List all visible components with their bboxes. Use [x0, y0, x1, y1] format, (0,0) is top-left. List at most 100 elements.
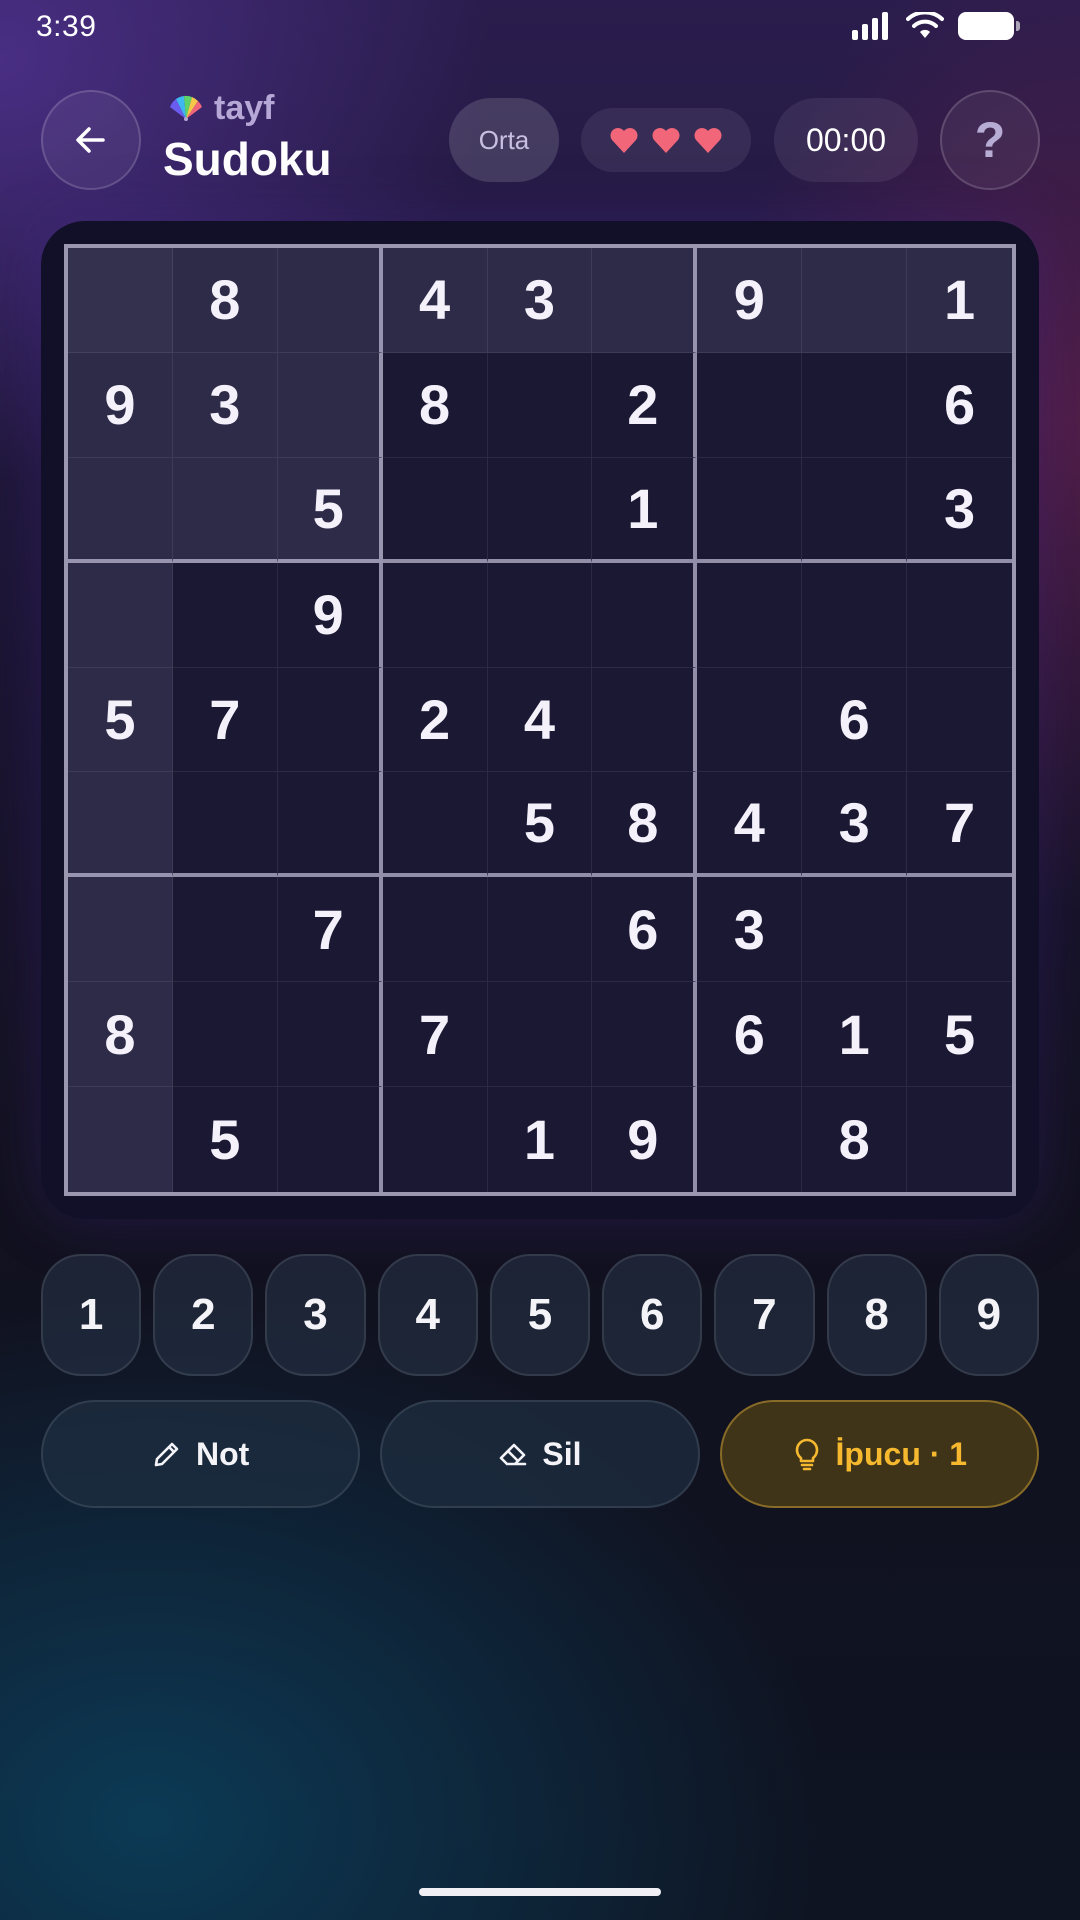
board-cell[interactable]	[907, 667, 1012, 773]
note-button[interactable]: Not	[41, 1400, 361, 1508]
number-key-5[interactable]: 5	[489, 1254, 591, 1376]
board-cell[interactable]: 3	[172, 352, 278, 458]
board-cell[interactable]: 3	[802, 772, 908, 878]
board-cell[interactable]	[802, 248, 908, 353]
board-cell[interactable]	[68, 248, 173, 353]
difficulty-badge[interactable]: Orta	[449, 98, 559, 182]
board-cell[interactable]	[172, 982, 278, 1088]
board-cell[interactable]	[68, 457, 173, 563]
board-cell[interactable]	[277, 248, 383, 353]
number-key-4[interactable]: 4	[377, 1254, 478, 1376]
board-cell[interactable]	[487, 352, 593, 458]
action-bar: Not Sil İpucu · 1	[41, 1400, 1039, 1508]
board-cell[interactable]: 8	[592, 772, 698, 878]
board-cell[interactable]: 8	[802, 1087, 908, 1192]
board-cell[interactable]	[592, 562, 698, 668]
board-cell[interactable]: 1	[592, 457, 698, 563]
board-cell[interactable]	[277, 667, 383, 773]
board-cell[interactable]: 2	[592, 352, 698, 458]
board-cell[interactable]: 1	[487, 1087, 593, 1192]
board-cell[interactable]	[68, 1087, 173, 1192]
number-key-2[interactable]: 2	[153, 1254, 254, 1376]
board-cell[interactable]	[487, 982, 593, 1088]
board-cell[interactable]	[277, 1087, 383, 1192]
board-cell[interactable]	[907, 562, 1012, 668]
board-cell[interactable]: 5	[172, 1087, 278, 1192]
board-cell[interactable]	[487, 877, 593, 983]
board-cell[interactable]	[172, 877, 278, 983]
home-indicator[interactable]	[419, 1888, 661, 1896]
board-cell[interactable]	[697, 352, 803, 458]
board-cell[interactable]	[697, 667, 803, 773]
board-cell[interactable]: 4	[382, 248, 488, 353]
board-cell[interactable]	[172, 772, 278, 878]
board-cell[interactable]: 5	[907, 982, 1012, 1088]
eraser-icon	[500, 1443, 527, 1466]
board-cell[interactable]	[382, 457, 488, 563]
board-cell[interactable]	[172, 457, 278, 563]
board-cell[interactable]	[68, 772, 173, 878]
number-key-6[interactable]: 6	[602, 1254, 703, 1376]
number-key-1[interactable]: 1	[41, 1254, 142, 1376]
board-cell[interactable]: 5	[487, 772, 593, 878]
number-key-8[interactable]: 8	[826, 1254, 927, 1376]
board-cell[interactable]: 7	[172, 667, 278, 773]
board-cell[interactable]	[592, 248, 698, 353]
board-cell[interactable]: 8	[172, 248, 278, 353]
board-cell[interactable]	[382, 877, 488, 983]
board-cell[interactable]	[802, 877, 908, 983]
board-cell[interactable]: 5	[277, 457, 383, 563]
board-cell[interactable]	[277, 352, 383, 458]
board-cell[interactable]	[277, 772, 383, 878]
board-cell[interactable]	[592, 982, 698, 1088]
board-cell[interactable]	[697, 562, 803, 668]
board-cell[interactable]	[802, 457, 908, 563]
board-cell[interactable]: 4	[487, 667, 593, 773]
signal-icon	[852, 12, 888, 40]
board-cell[interactable]: 3	[907, 457, 1012, 563]
number-key-3[interactable]: 3	[265, 1254, 366, 1376]
board-cell[interactable]	[68, 877, 173, 983]
board-cell[interactable]	[592, 667, 698, 773]
board-cell[interactable]: 7	[907, 772, 1012, 878]
board-cell[interactable]: 9	[68, 352, 173, 458]
number-key-9[interactable]: 9	[938, 1254, 1039, 1376]
board-cell[interactable]	[277, 982, 383, 1088]
board-cell[interactable]	[907, 1087, 1012, 1192]
board-cell[interactable]: 9	[592, 1087, 698, 1192]
board-cell[interactable]	[487, 457, 593, 563]
board-cell[interactable]: 9	[697, 248, 803, 353]
board-cell[interactable]: 6	[697, 982, 803, 1088]
board-cell[interactable]: 2	[382, 667, 488, 773]
board-cell[interactable]	[802, 562, 908, 668]
board-cell[interactable]	[487, 562, 593, 668]
board-cell[interactable]	[382, 562, 488, 668]
board-cell[interactable]: 1	[907, 248, 1012, 353]
board-cell[interactable]: 7	[277, 877, 383, 983]
board-cell[interactable]: 1	[802, 982, 908, 1088]
hint-button[interactable]: İpucu · 1	[719, 1400, 1039, 1508]
board-cell[interactable]: 3	[487, 248, 593, 353]
board-cell[interactable]: 9	[277, 562, 383, 668]
board-cell[interactable]	[802, 352, 908, 458]
board-cell[interactable]	[172, 562, 278, 668]
board-cell[interactable]: 6	[592, 877, 698, 983]
help-button[interactable]: ?	[940, 90, 1040, 190]
board-cell[interactable]	[68, 562, 173, 668]
board-cell[interactable]	[382, 1087, 488, 1192]
board-cell[interactable]	[697, 1087, 803, 1192]
number-key-7[interactable]: 7	[714, 1254, 815, 1376]
board-cell[interactable]: 3	[697, 877, 803, 983]
board-cell[interactable]: 8	[382, 352, 488, 458]
board-cell[interactable]	[382, 772, 488, 878]
back-button[interactable]	[41, 90, 141, 190]
board-cell[interactable]: 6	[907, 352, 1012, 458]
board-cell[interactable]	[907, 877, 1012, 983]
board-cell[interactable]: 4	[697, 772, 803, 878]
board-cell[interactable]: 8	[68, 982, 173, 1088]
board-cell[interactable]: 7	[382, 982, 488, 1088]
board-cell[interactable]: 6	[802, 667, 908, 773]
erase-button[interactable]: Sil	[380, 1400, 700, 1508]
board-cell[interactable]: 5	[68, 667, 173, 773]
board-cell[interactable]	[697, 457, 803, 563]
